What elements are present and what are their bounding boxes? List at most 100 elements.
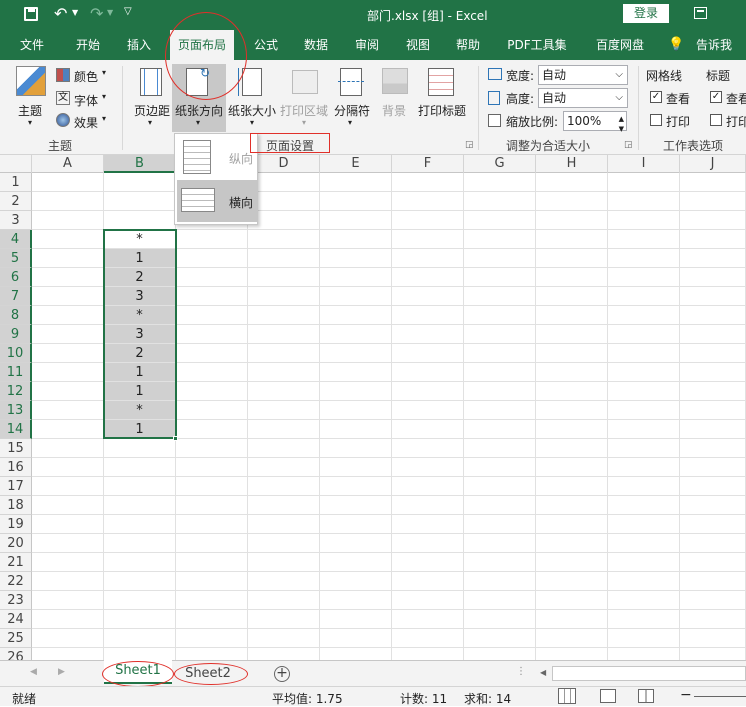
page-layout-view-icon[interactable]	[600, 689, 616, 703]
grid-cell[interactable]	[104, 648, 176, 660]
column-header[interactable]: J	[680, 155, 746, 173]
grid-cell[interactable]	[104, 515, 176, 534]
grid-cell[interactable]	[32, 439, 104, 458]
headings-print-checkbox[interactable]	[710, 114, 722, 126]
grid-cell[interactable]	[680, 439, 746, 458]
grid-cell[interactable]	[464, 610, 536, 629]
grid-cell[interactable]	[536, 591, 608, 610]
grid-cell[interactable]	[608, 420, 680, 439]
background-button[interactable]: 背景	[376, 66, 414, 132]
grid-cell[interactable]	[248, 344, 320, 363]
horizontal-scrollbar[interactable]	[552, 666, 746, 681]
grid-cell[interactable]	[464, 420, 536, 439]
grid-cell[interactable]	[32, 382, 104, 401]
grid-cell[interactable]	[464, 192, 536, 211]
gridlines-view-checkbox[interactable]: ✓	[650, 91, 662, 103]
grid-cell[interactable]	[464, 306, 536, 325]
grid-cell[interactable]	[392, 249, 464, 268]
grid-cell[interactable]	[536, 439, 608, 458]
add-sheet-icon[interactable]: +	[274, 666, 290, 682]
grid-cell[interactable]	[464, 325, 536, 344]
colors-button[interactable]: 颜色 ▾	[56, 66, 112, 84]
grid-cell[interactable]	[176, 477, 248, 496]
grid-cell[interactable]	[32, 477, 104, 496]
grid-cell[interactable]	[248, 363, 320, 382]
grid-cell[interactable]	[536, 230, 608, 249]
scroll-left-icon[interactable]: ◀	[540, 668, 546, 677]
fonts-button[interactable]: 文 字体 ▾	[56, 90, 112, 108]
grid-cell[interactable]	[464, 401, 536, 420]
grid-cell[interactable]	[464, 173, 536, 192]
gridlines-print-checkbox[interactable]	[650, 114, 662, 126]
zoom-out-icon[interactable]: −	[680, 687, 692, 703]
grid-cell[interactable]	[536, 648, 608, 660]
column-header[interactable]: A	[32, 155, 104, 173]
grid-cell[interactable]	[392, 173, 464, 192]
grid-cell[interactable]	[392, 325, 464, 344]
grid-cell[interactable]	[680, 268, 746, 287]
grid-cell[interactable]	[176, 515, 248, 534]
grid-cell[interactable]	[248, 382, 320, 401]
grid-cell[interactable]	[608, 439, 680, 458]
grid-cell[interactable]	[464, 477, 536, 496]
row-header[interactable]: 7	[0, 287, 32, 306]
lightbulb-icon[interactable]: 💡	[668, 37, 684, 52]
grid-cell[interactable]	[608, 591, 680, 610]
grid-cell[interactable]	[32, 572, 104, 591]
grid-cell[interactable]	[32, 287, 104, 306]
grid-cell[interactable]	[248, 553, 320, 572]
grid-cell[interactable]	[680, 553, 746, 572]
grid-cell[interactable]	[320, 477, 392, 496]
tab-formulas[interactable]: 公式	[244, 30, 288, 60]
grid-cell[interactable]	[680, 230, 746, 249]
grid-cell[interactable]	[104, 173, 176, 192]
grid-cell[interactable]	[248, 572, 320, 591]
grid-cell[interactable]	[536, 268, 608, 287]
grid-cell[interactable]	[248, 439, 320, 458]
tab-pdf-tools[interactable]: PDF工具集	[502, 30, 572, 60]
grid-cell[interactable]	[176, 534, 248, 553]
grid-cell[interactable]	[176, 287, 248, 306]
grid-cell[interactable]	[392, 192, 464, 211]
grid-cell[interactable]	[248, 230, 320, 249]
grid-cell[interactable]	[680, 458, 746, 477]
grid-cell[interactable]	[32, 534, 104, 553]
grid-cell[interactable]	[176, 230, 248, 249]
grid-cell[interactable]	[176, 572, 248, 591]
grid-cell[interactable]	[536, 363, 608, 382]
grid-cell[interactable]	[608, 572, 680, 591]
row-header[interactable]: 1	[0, 173, 32, 192]
grid-cell[interactable]	[320, 534, 392, 553]
grid-cell[interactable]	[392, 610, 464, 629]
grid-cell[interactable]	[104, 192, 176, 211]
tab-home[interactable]: 开始	[66, 30, 110, 60]
tab-tell-me[interactable]: 告诉我	[692, 30, 736, 60]
grid-cell[interactable]	[608, 287, 680, 306]
grid-cell[interactable]	[536, 477, 608, 496]
grid-cell[interactable]	[464, 534, 536, 553]
row-header[interactable]: 19	[0, 515, 32, 534]
grid-cell[interactable]	[608, 249, 680, 268]
grid-cell[interactable]	[608, 458, 680, 477]
grid-cell[interactable]	[248, 648, 320, 660]
grid-cell[interactable]	[680, 382, 746, 401]
grid-cell[interactable]	[320, 211, 392, 230]
themes-button[interactable]: 主题 ▾	[14, 66, 50, 127]
grid-cell[interactable]	[680, 401, 746, 420]
grid-cell[interactable]	[392, 458, 464, 477]
tab-help[interactable]: 帮助	[446, 30, 490, 60]
grid-cell[interactable]	[320, 420, 392, 439]
grid-cell[interactable]	[392, 572, 464, 591]
grid-cell[interactable]	[320, 344, 392, 363]
grid-cell[interactable]	[392, 268, 464, 287]
grid-cell[interactable]	[32, 458, 104, 477]
row-header[interactable]: 25	[0, 629, 32, 648]
grid-cell[interactable]	[608, 306, 680, 325]
grid-cell[interactable]	[176, 629, 248, 648]
grid-cell[interactable]	[320, 648, 392, 660]
grid-cell[interactable]	[320, 249, 392, 268]
orientation-button[interactable]: ↻ 纸张方向 ▾	[172, 64, 226, 132]
grid-cell[interactable]	[32, 230, 104, 249]
grid-cell[interactable]	[608, 173, 680, 192]
grid-cell[interactable]	[464, 458, 536, 477]
